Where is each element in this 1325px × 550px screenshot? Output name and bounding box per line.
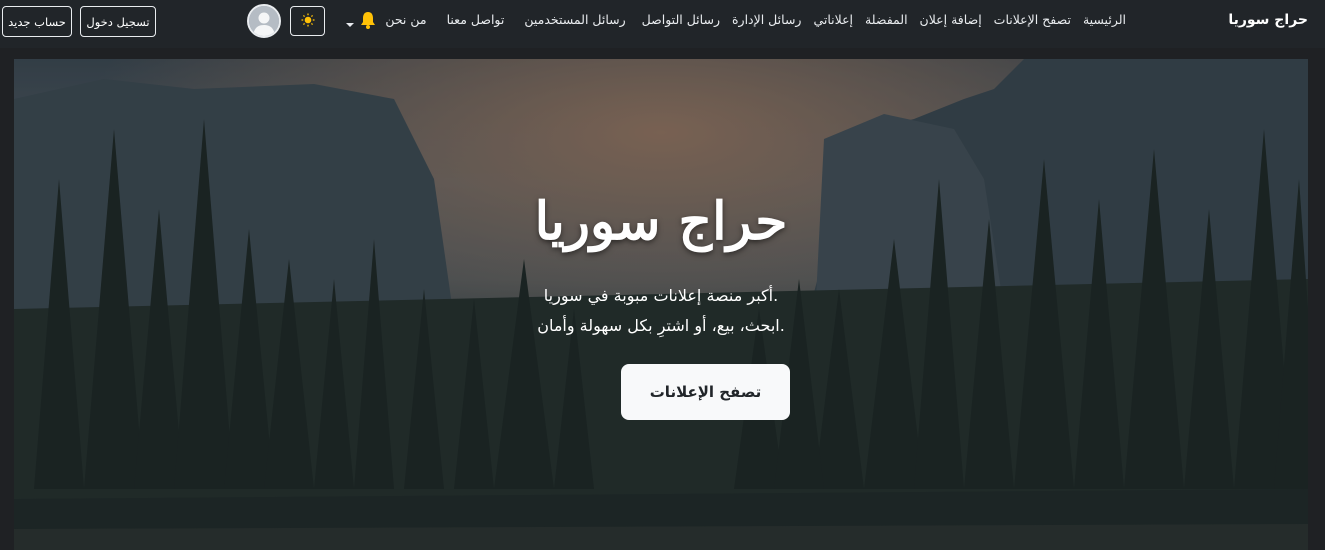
nav-link-add-ad[interactable]: إضافة إعلان: [914, 12, 988, 27]
hero-subtitle: أكبر منصة إعلانات مبوبة في سوريا. ابحث، …: [14, 281, 1308, 341]
nav-link-about-us[interactable]: من نحن: [375, 12, 436, 27]
hero-title: حراج سوريا: [534, 191, 788, 252]
nav-link-contact-messages[interactable]: رسائل التواصل: [636, 12, 726, 27]
nav-links: الرئيسية تصفح الإعلانات إضافة إعلان المف…: [375, 12, 1132, 27]
brand-logo-text[interactable]: حراج سوريا: [1228, 12, 1308, 28]
navbar: حراج سوريا الرئيسية تصفح الإعلانات إضافة…: [0, 0, 1325, 48]
chevron-down-icon: [346, 13, 354, 32]
nav-link-home[interactable]: الرئيسية: [1077, 12, 1132, 27]
avatar[interactable]: [247, 4, 281, 38]
nav-link-admin-messages[interactable]: رسائل الإدارة: [726, 12, 807, 27]
login-button[interactable]: تسجيل دخول: [80, 6, 156, 37]
nav-link-my-ads[interactable]: إعلاناتي: [807, 12, 859, 27]
hero-banner: حراج سوريا أكبر منصة إعلانات مبوبة في سو…: [14, 59, 1308, 550]
bell-icon: [358, 10, 378, 34]
user-icon: [249, 6, 279, 36]
theme-toggle-button[interactable]: [290, 6, 325, 36]
nav-link-user-messages[interactable]: رسائل المستخدمين: [514, 12, 635, 27]
nav-link-browse-ads[interactable]: تصفح الإعلانات: [988, 12, 1077, 27]
register-button[interactable]: حساب جديد: [2, 6, 72, 37]
sun-icon: [301, 12, 315, 31]
browse-ads-button[interactable]: تصفح الإعلانات: [621, 364, 790, 420]
nav-link-favorites[interactable]: المفضلة: [859, 12, 914, 27]
hero-subtitle-line-2: ابحث، بيع، أو اشترِ بكل سهولة وأمان.: [537, 316, 785, 335]
hero-subtitle-line-1: أكبر منصة إعلانات مبوبة في سوريا.: [543, 286, 779, 305]
nav-link-contact-us[interactable]: تواصل معنا: [437, 12, 515, 27]
notifications-dropdown[interactable]: [346, 10, 382, 34]
